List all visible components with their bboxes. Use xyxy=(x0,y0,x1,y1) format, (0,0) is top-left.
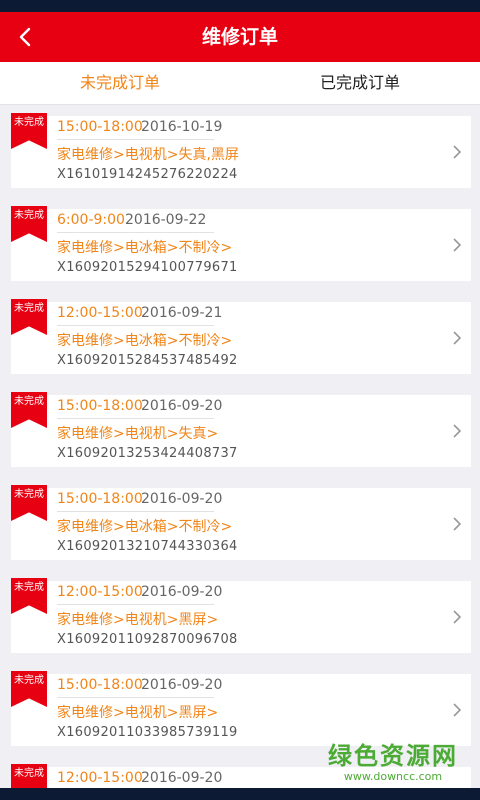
watermark-url: www.downcc.com xyxy=(343,770,443,783)
order-date: 2016-09-20 xyxy=(141,398,223,414)
divider xyxy=(57,139,214,140)
order-service: 家电维修>电冰箱>不制冷> xyxy=(57,240,233,256)
order-time: 15:00-18:00 xyxy=(57,677,143,693)
order-number: X16092013210744330364 xyxy=(57,539,238,554)
status-label: 未完成 xyxy=(14,768,44,779)
order-time: 12:00-15:00 xyxy=(57,305,143,321)
divider xyxy=(57,418,214,419)
order-tabs: 未完成订单 已完成订单 xyxy=(0,62,480,105)
status-ribbon: 未完成 xyxy=(11,206,47,242)
status-ribbon: 未完成 xyxy=(11,578,47,614)
order-service: 家电维修>电视机>黑屏> xyxy=(57,612,219,628)
order-time: 15:00-18:00 xyxy=(57,398,143,414)
order-list: 未完成 15:00-18:00 2016-10-19 家电维修>电视机>失真,黑… xyxy=(0,105,480,800)
order-date: 2016-09-20 xyxy=(141,491,223,507)
site-watermark: 绿色资源网 www.downcc.com xyxy=(318,742,468,790)
order-service: 家电维修>电冰箱>不制冷> xyxy=(57,333,233,349)
status-ribbon: 未完成 xyxy=(11,671,47,707)
order-card[interactable]: 未完成 12:00-15:00 2016-09-21 家电维修>电冰箱>不制冷>… xyxy=(11,299,471,374)
status-label: 未完成 xyxy=(14,210,44,221)
status-label: 未完成 xyxy=(14,117,44,128)
order-time: 12:00-15:00 xyxy=(57,584,143,600)
order-service: 家电维修>电视机>失真,黑屏 xyxy=(57,147,239,163)
order-time: 12:00-15:00 xyxy=(57,770,143,786)
divider xyxy=(57,604,214,605)
order-date: 2016-09-21 xyxy=(141,305,223,321)
chevron-right-icon xyxy=(453,517,462,531)
status-ribbon: 未完成 xyxy=(11,485,47,521)
chevron-right-icon xyxy=(453,703,462,717)
order-date: 2016-09-22 xyxy=(125,212,207,228)
divider xyxy=(57,325,214,326)
status-label: 未完成 xyxy=(14,396,44,407)
chevron-right-icon xyxy=(453,610,462,624)
order-card[interactable]: 未完成 15:00-18:00 2016-09-20 家电维修>电视机>失真> … xyxy=(11,392,471,467)
order-number: X16092013253424408737 xyxy=(57,446,238,461)
status-ribbon: 未完成 xyxy=(11,113,47,149)
order-number: X16101914245276220224 xyxy=(57,167,238,182)
status-label: 未完成 xyxy=(14,582,44,593)
chevron-right-icon xyxy=(453,238,462,252)
order-time: 15:00-18:00 xyxy=(57,491,143,507)
order-time: 6:00-9:00 xyxy=(57,212,125,228)
status-bar xyxy=(0,0,480,12)
order-card[interactable]: 未完成 15:00-18:00 2016-09-20 家电维修>电视机>黑屏> … xyxy=(11,671,471,746)
status-ribbon: 未完成 xyxy=(11,392,47,428)
order-number: X16092015294100779671 xyxy=(57,260,238,275)
order-card[interactable]: 未完成 15:00-18:00 2016-09-20 家电维修>电冰箱>不制冷>… xyxy=(11,485,471,560)
order-time: 15:00-18:00 xyxy=(57,119,143,135)
order-card[interactable]: 未完成 12:00-15:00 2016-09-20 家电维修>电视机>黑屏> … xyxy=(11,578,471,653)
divider xyxy=(57,511,214,512)
divider xyxy=(57,697,214,698)
order-date: 2016-10-19 xyxy=(141,119,223,135)
order-date: 2016-09-20 xyxy=(141,584,223,600)
divider xyxy=(57,232,214,233)
tab-completed-orders[interactable]: 已完成订单 xyxy=(240,62,480,104)
order-service: 家电维修>电冰箱>不制冷> xyxy=(57,519,233,535)
order-number: X16092011092870096708 xyxy=(57,632,238,647)
status-label: 未完成 xyxy=(14,675,44,686)
watermark-title: 绿色资源网 xyxy=(328,742,458,770)
order-number: X16092015284537485492 xyxy=(57,353,238,368)
page-title: 维修订单 xyxy=(201,26,278,48)
order-card[interactable]: 未完成 15:00-18:00 2016-10-19 家电维修>电视机>失真,黑… xyxy=(11,113,471,188)
navigation-bar xyxy=(0,788,480,800)
order-service: 家电维修>电视机>黑屏> xyxy=(57,705,219,721)
order-card[interactable]: 未完成 6:00-9:00 2016-09-22 家电维修>电冰箱>不制冷> X… xyxy=(11,206,471,281)
order-number: X16092011033985739119 xyxy=(57,725,238,740)
app-header: 维修订单 xyxy=(0,12,480,62)
tab-incomplete-orders[interactable]: 未完成订单 xyxy=(0,62,240,104)
status-label: 未完成 xyxy=(14,303,44,314)
status-label: 未完成 xyxy=(14,489,44,500)
order-service: 家电维修>电视机>失真> xyxy=(57,426,219,442)
chevron-right-icon xyxy=(453,424,462,438)
order-date: 2016-09-20 xyxy=(141,677,223,693)
order-date: 2016-09-20 xyxy=(141,770,223,786)
chevron-right-icon xyxy=(453,331,462,345)
status-ribbon: 未完成 xyxy=(11,299,47,335)
chevron-right-icon xyxy=(453,145,462,159)
